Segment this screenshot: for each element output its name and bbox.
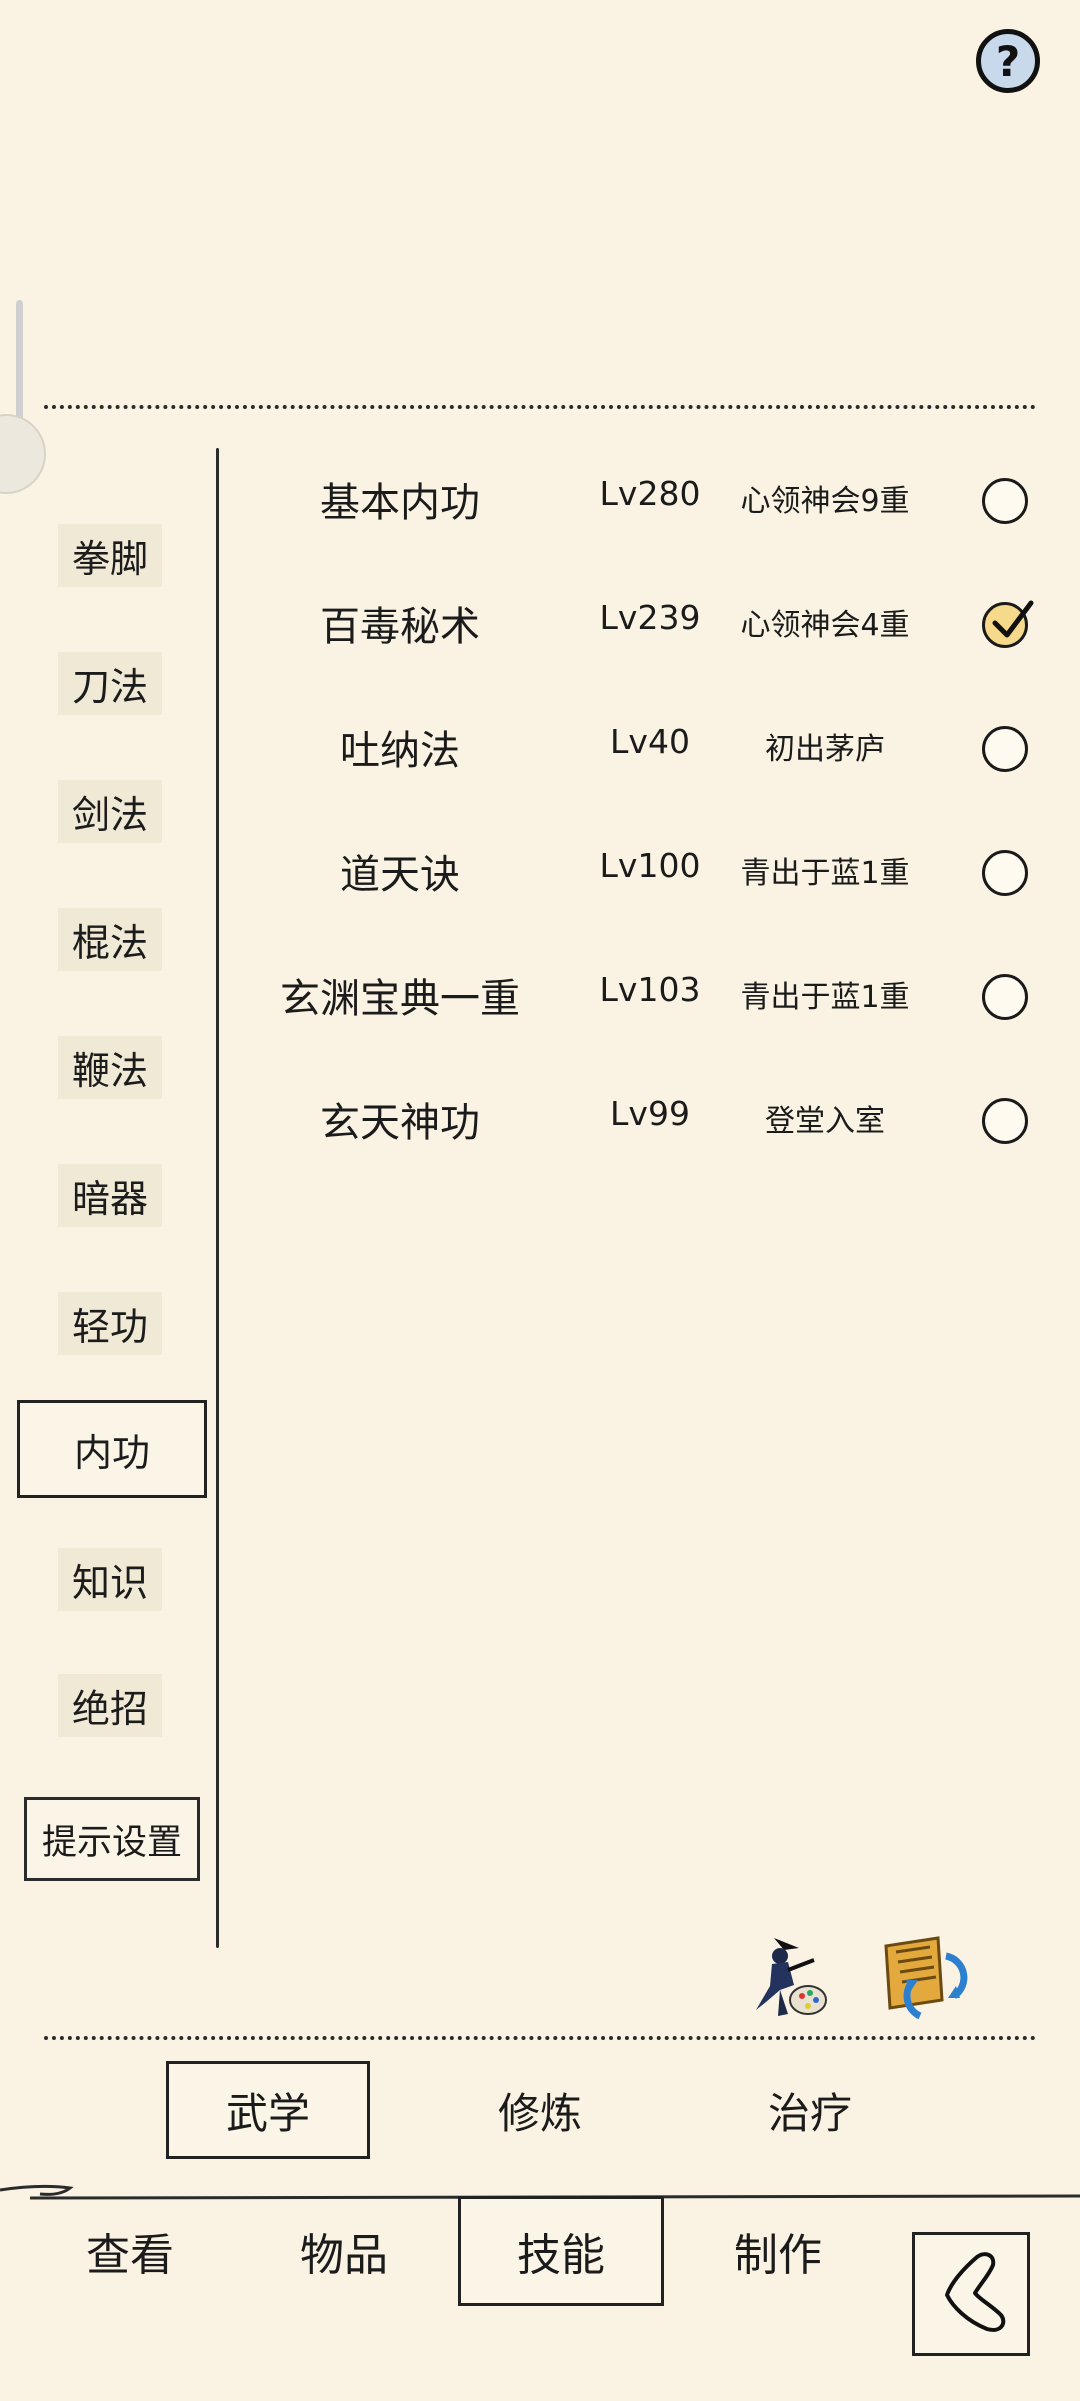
skill-level: Lv280 xyxy=(599,474,701,513)
sidebar-item-daofa[interactable]: 刀法 xyxy=(30,648,190,718)
floating-assistant-ball[interactable] xyxy=(0,414,46,494)
skill-rank: 初出茅庐 xyxy=(765,732,885,767)
book-swap-icon[interactable] xyxy=(876,1926,968,2020)
sidebar-divider xyxy=(216,448,219,1948)
sidebar-item-zhishi[interactable]: 知识 xyxy=(30,1544,190,1614)
skill-row[interactable]: 玄天神功 Lv99 登堂入室 xyxy=(230,1072,1050,1152)
skill-level: Lv99 xyxy=(610,1094,690,1133)
skill-select-radio[interactable] xyxy=(982,726,1028,772)
skill-rank: 青出于蓝1重 xyxy=(740,980,910,1015)
nav-jineng[interactable]: 技能 xyxy=(458,2196,664,2306)
checkmark-icon xyxy=(992,600,1034,638)
sidebar-item-label: 棍法 xyxy=(57,907,162,971)
skill-name: 道天诀 xyxy=(340,852,460,898)
sidebar-item-label: 刀法 xyxy=(57,651,162,715)
tab-wuxue[interactable]: 武学 xyxy=(166,2061,370,2159)
back-button[interactable] xyxy=(912,2232,1030,2356)
sidebar-item-label: 鞭法 xyxy=(57,1035,162,1099)
skill-level: Lv100 xyxy=(599,846,701,885)
tab-xiulian[interactable]: 修炼 xyxy=(440,2061,640,2159)
help-button[interactable]: ? xyxy=(976,29,1040,93)
sidebar-item-bianfa[interactable]: 鞭法 xyxy=(30,1032,190,1102)
sidebar-item-label: 知识 xyxy=(57,1547,162,1611)
skill-name: 玄渊宝典一重 xyxy=(280,976,520,1022)
sidebar-item-label: 内功 xyxy=(73,1430,150,1475)
sidebar-item-label: 轻功 xyxy=(57,1291,162,1355)
skill-row[interactable]: 玄渊宝典一重 Lv103 青出于蓝1重 xyxy=(230,948,1050,1028)
sidebar-item-label: 剑法 xyxy=(57,779,162,843)
skill-level: Lv40 xyxy=(610,722,690,761)
nav-chakan[interactable]: 查看 xyxy=(40,2196,220,2306)
warrior-palette-icon[interactable] xyxy=(744,1930,836,2022)
skill-name: 吐纳法 xyxy=(340,728,460,774)
skill-name: 百毒秘术 xyxy=(320,604,480,650)
skill-name: 基本内功 xyxy=(320,480,480,526)
tab-zhiliao[interactable]: 治疗 xyxy=(710,2061,910,2159)
skill-select-radio[interactable] xyxy=(982,974,1028,1020)
skill-rank: 青出于蓝1重 xyxy=(740,856,910,891)
bottom-divider xyxy=(44,2036,1036,2040)
skill-level: Lv103 xyxy=(599,970,701,1009)
skill-select-radio[interactable] xyxy=(982,850,1028,896)
skill-select-radio[interactable] xyxy=(982,478,1028,524)
skill-select-radio[interactable] xyxy=(982,600,1034,648)
sidebar-item-label: 暗器 xyxy=(57,1163,162,1227)
skill-row[interactable]: 道天诀 Lv100 青出于蓝1重 xyxy=(230,824,1050,904)
sidebar-item-jianfa[interactable]: 剑法 xyxy=(30,776,190,846)
skill-name: 玄天神功 xyxy=(320,1100,480,1146)
sidebar-item-juezhao[interactable]: 绝招 xyxy=(30,1670,190,1740)
sidebar-item-neigong[interactable]: 内功 xyxy=(17,1400,207,1498)
skill-rank: 心领神会4重 xyxy=(740,608,910,643)
skill-row[interactable]: 基本内功 Lv280 心领神会9重 xyxy=(230,452,1050,532)
sidebar-item-quanjiao[interactable]: 拳脚 xyxy=(30,520,190,590)
sidebar-item-label: 拳脚 xyxy=(57,523,162,587)
skill-rank: 心领神会9重 xyxy=(740,484,910,519)
skill-rank: 登堂入室 xyxy=(765,1104,885,1139)
sidebar-item-label: 绝招 xyxy=(57,1673,162,1737)
hint-settings-button[interactable]: 提示设置 xyxy=(24,1797,200,1881)
back-arrow-icon xyxy=(945,2252,1006,2332)
sidebar-item-qinggong[interactable]: 轻功 xyxy=(30,1288,190,1358)
sidebar-item-anqi[interactable]: 暗器 xyxy=(30,1160,190,1230)
skill-select-radio[interactable] xyxy=(982,1098,1028,1144)
skill-row[interactable]: 吐纳法 Lv40 初出茅庐 xyxy=(230,700,1050,780)
top-divider xyxy=(44,405,1036,409)
sidebar-item-gunfa[interactable]: 棍法 xyxy=(30,904,190,974)
nav-wupin[interactable]: 物品 xyxy=(254,2196,434,2306)
nav-zhizuo[interactable]: 制作 xyxy=(688,2196,868,2306)
skill-level: Lv239 xyxy=(599,598,701,637)
skill-row[interactable]: 百毒秘术 Lv239 心领神会4重 xyxy=(230,576,1050,656)
